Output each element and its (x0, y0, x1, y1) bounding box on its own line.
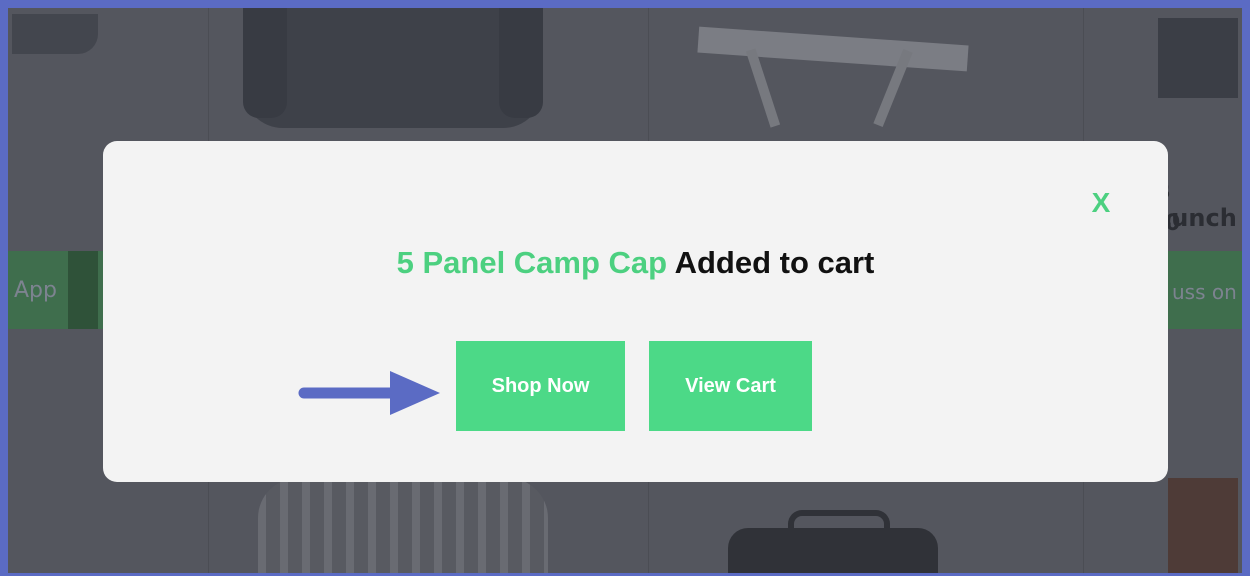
shop-now-button[interactable]: Shop Now (456, 341, 625, 431)
background-product-image (1168, 478, 1238, 573)
background-product-image (243, 8, 543, 128)
message-suffix: Added to cart (674, 245, 875, 280)
cart-message: 5 Panel Camp Cap Added to cart (103, 241, 1168, 285)
background-product-image (697, 18, 969, 128)
background-product-image (1158, 18, 1238, 98)
arrow-right-icon (298, 371, 440, 415)
background-bar-text-left: App (14, 278, 57, 303)
background-bar-text-right: uss on (1172, 280, 1237, 304)
close-button[interactable]: X (1086, 185, 1116, 221)
added-to-cart-modal: X 5 Panel Camp Cap Added to cart Shop No… (103, 141, 1168, 482)
product-name[interactable]: 5 Panel Camp Cap (397, 245, 667, 280)
screenshot-frame: s Lunch 0 App uss on X 5 Panel Camp Cap … (0, 0, 1250, 576)
view-cart-button[interactable]: View Cart (649, 341, 812, 431)
background-product-image (728, 510, 938, 573)
background-product-image (258, 478, 548, 573)
background-product-image (12, 14, 98, 54)
